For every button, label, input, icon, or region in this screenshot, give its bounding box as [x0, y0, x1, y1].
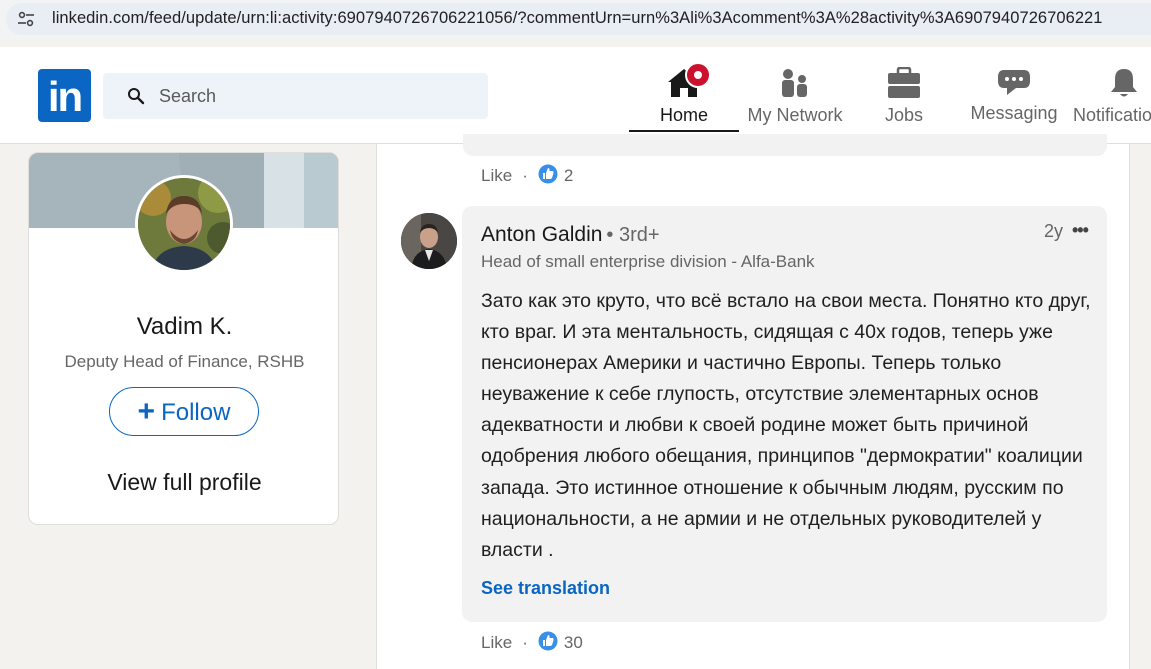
- site-settings-icon[interactable]: [16, 9, 36, 29]
- profile-headline: Deputy Head of Finance, RSHB: [64, 352, 305, 371]
- reaction-count[interactable]: 30: [564, 633, 583, 652]
- commenter-avatar[interactable]: [401, 213, 457, 269]
- comment-bubble: Anton Galdin • 3rd+ Head of small enterpr…: [462, 206, 1107, 622]
- comment-author[interactable]: Anton Galdin • 3rd+: [481, 223, 660, 247]
- messaging-icon: [998, 70, 1030, 95]
- separator: ·: [522, 166, 528, 185]
- nav-label-jobs: Jobs: [884, 105, 924, 125]
- follow-button[interactable]: + Follow: [109, 387, 259, 436]
- nav-item-my-network[interactable]: My Network: [740, 47, 850, 144]
- nav-item-messaging[interactable]: Messaging: [964, 47, 1064, 144]
- follow-label: Follow: [161, 399, 231, 426]
- connection-degree: • 3rd+: [606, 224, 660, 246]
- like-reaction-icon[interactable]: [538, 631, 558, 651]
- linkedin-logo[interactable]: in: [38, 69, 91, 122]
- previous-comment-actions: Like · 2: [481, 164, 573, 188]
- search-icon: [128, 88, 145, 105]
- previous-comment-bubble: [463, 134, 1107, 156]
- nav-item-notifications[interactable]: Notifications: [1070, 47, 1151, 144]
- profile-avatar[interactable]: [135, 175, 233, 273]
- nav-label-notifications: Notifications: [1073, 105, 1151, 125]
- nav-label-my-network: My Network: [747, 105, 843, 125]
- like-button[interactable]: Like: [481, 633, 512, 652]
- see-translation-link[interactable]: See translation: [481, 578, 610, 599]
- author-name[interactable]: Anton Galdin: [481, 223, 602, 246]
- comment-actions: Like · 30: [481, 631, 583, 655]
- active-tab-indicator: [629, 130, 739, 132]
- url-text[interactable]: linkedin.com/feed/update/urn:li:activity…: [52, 9, 1103, 28]
- separator: ·: [522, 633, 528, 652]
- nav-label-messaging: Messaging: [970, 103, 1058, 123]
- like-button[interactable]: Like: [481, 166, 512, 185]
- view-full-profile-link[interactable]: View full profile: [29, 469, 338, 496]
- top-navigation: in Home My Network Jobs: [0, 47, 1151, 144]
- search-box[interactable]: [103, 73, 488, 119]
- search-input[interactable]: [159, 73, 479, 119]
- notification-badge: [685, 62, 711, 88]
- comments-feed: Like · 2 Anton Galdin • 3rd+ Head of small …: [376, 134, 1130, 669]
- comment-timestamp: 2y: [1044, 221, 1064, 241]
- network-icon: [782, 69, 807, 97]
- author-headline: Head of small enterprise division - Alfa…: [481, 252, 815, 271]
- profile-name[interactable]: Vadim K.: [29, 313, 338, 341]
- browser-address-bar: linkedin.com/feed/update/urn:li:activity…: [0, 0, 1151, 40]
- plus-icon: +: [137, 395, 156, 428]
- like-reaction-icon[interactable]: [538, 164, 558, 184]
- comment-text: Зато как это круто, что всё встало на св…: [481, 290, 1091, 561]
- profile-card: Vadim K. Deputy Head of Finance, RSHB + F…: [28, 152, 339, 525]
- reaction-count[interactable]: 2: [564, 166, 573, 185]
- nav-label-home: Home: [659, 105, 708, 125]
- nav-item-jobs[interactable]: Jobs: [860, 47, 948, 144]
- briefcase-icon: [888, 67, 920, 98]
- more-options-icon[interactable]: •••: [1072, 220, 1089, 241]
- bell-icon: [1111, 69, 1137, 97]
